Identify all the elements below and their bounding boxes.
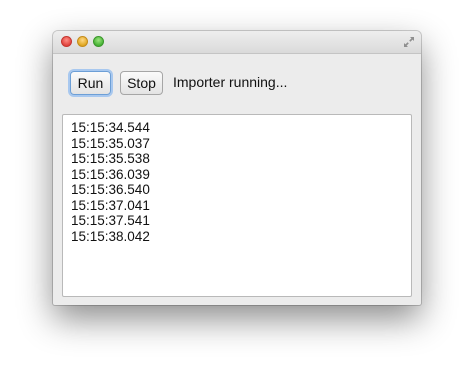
minimize-icon[interactable] [77, 36, 88, 47]
log-line: 15:15:35.538 [71, 151, 150, 166]
log-text-area[interactable]: 15:15:34.544 15:15:35.037 15:15:35.538 1… [62, 114, 412, 297]
close-icon[interactable] [61, 36, 72, 47]
log-line: 15:15:36.540 [71, 182, 150, 197]
app-window: Run Stop Importer running... 15:15:34.54… [53, 31, 421, 305]
log-line: 15:15:35.037 [71, 135, 150, 151]
toolbar: Run Stop Importer running... [53, 53, 421, 113]
zoom-icon[interactable] [93, 36, 104, 47]
fullscreen-icon[interactable] [403, 36, 415, 48]
log-line: 15:15:34.544 [71, 120, 150, 135]
log-line: 15:15:37.541 [71, 213, 150, 228]
status-label: Importer running... [173, 74, 288, 90]
log-line: 15:15:38.042 [71, 228, 150, 244]
log-line: 15:15:36.039 [71, 166, 150, 182]
title-bar[interactable] [53, 31, 421, 54]
run-button[interactable]: Run [70, 71, 111, 95]
stop-button[interactable]: Stop [120, 71, 163, 95]
log-line: 15:15:37.041 [71, 197, 150, 213]
